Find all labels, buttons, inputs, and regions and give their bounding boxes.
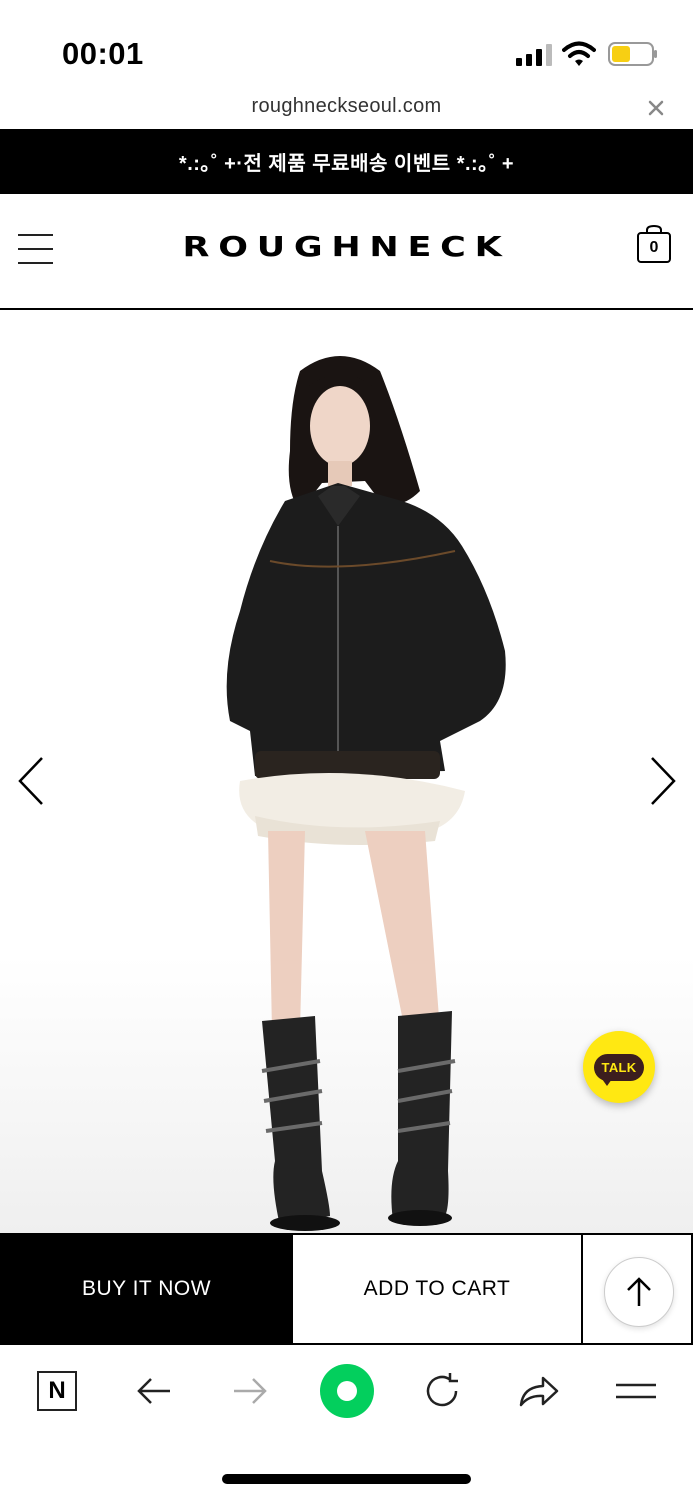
cart-count: 0 [649,239,659,256]
back-button[interactable] [130,1367,178,1415]
reload-button[interactable] [418,1367,466,1415]
naver-icon: N [37,1371,77,1411]
status-bar: 00:01 [0,0,693,90]
reload-icon [426,1373,458,1407]
site-header: ROUGHNECK 0 [0,194,693,310]
product-photo [226,356,506,1231]
naver-home-button[interactable]: N [33,1367,81,1415]
share-button[interactable] [514,1367,562,1415]
browser-toolbar: N [0,1345,693,1445]
url-bar[interactable]: roughneckseoul.com [0,88,693,128]
announcement-text: *.:｡˚ +·전 제품 무료배송 이벤트 *.:｡˚ + [178,153,515,175]
menu-button[interactable] [612,1367,660,1415]
battery-icon [608,42,657,66]
purchase-action-bar: BUY IT NOW ADD TO CART [0,1233,693,1345]
site-logo[interactable]: ROUGHNECK [0,230,693,263]
green-dot-icon [320,1364,374,1418]
product-image-carousel[interactable]: TALK [0,311,693,1233]
status-time: 00:01 [62,36,144,71]
previous-image-arrow-icon[interactable] [16,756,46,806]
buy-it-now-button[interactable]: BUY IT NOW [0,1235,293,1343]
scroll-top-cell [583,1235,693,1343]
talk-label: TALK [593,1053,645,1086]
cart-button[interactable]: 0 [636,224,672,264]
scroll-to-top-button[interactable] [604,1257,674,1327]
announcement-banner: *.:｡˚ +·전 제품 무료배송 이벤트 *.:｡˚ + [0,129,693,194]
share-icon [519,1376,559,1407]
next-image-arrow-icon[interactable] [648,756,678,806]
add-to-cart-button[interactable]: ADD TO CART [293,1235,583,1343]
cellular-signal-icon [516,44,552,66]
menu-lines-icon [616,1383,656,1399]
arrow-left-icon [137,1378,170,1404]
forward-button[interactable] [226,1367,274,1415]
url-text: roughneckseoul.com [251,95,442,117]
arrow-right-icon [234,1378,267,1404]
kakao-talk-chat-button[interactable]: TALK [583,1031,655,1103]
naver-green-dot-button[interactable] [319,1363,375,1419]
close-icon[interactable] [644,96,668,120]
arrow-up-icon [627,1277,651,1306]
wifi-icon [562,41,596,66]
home-indicator[interactable] [222,1474,471,1484]
